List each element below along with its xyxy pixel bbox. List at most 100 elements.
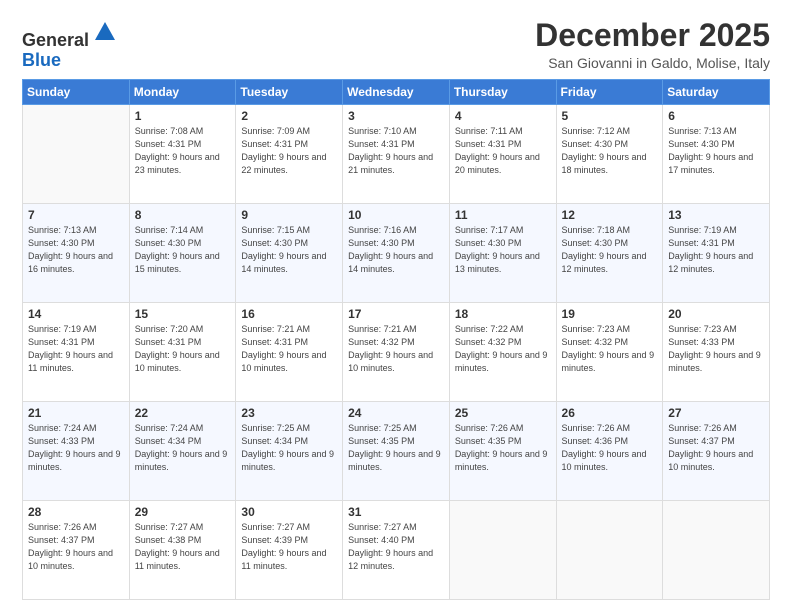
cell-w4-d1: 21Sunrise: 7:24 AMSunset: 4:33 PMDayligh… xyxy=(23,402,130,501)
day-number: 10 xyxy=(348,208,444,222)
day-number: 13 xyxy=(668,208,764,222)
cell-info: Sunrise: 7:12 AMSunset: 4:30 PMDaylight:… xyxy=(562,126,647,175)
day-number: 28 xyxy=(28,505,124,519)
cell-w5-d5 xyxy=(449,501,556,600)
day-number: 24 xyxy=(348,406,444,420)
col-wednesday: Wednesday xyxy=(343,80,450,105)
cell-w3-d7: 20Sunrise: 7:23 AMSunset: 4:33 PMDayligh… xyxy=(663,303,770,402)
col-thursday: Thursday xyxy=(449,80,556,105)
day-number: 26 xyxy=(562,406,658,420)
cell-info: Sunrise: 7:23 AMSunset: 4:33 PMDaylight:… xyxy=(668,324,761,373)
day-number: 4 xyxy=(455,109,551,123)
calendar-table: Sunday Monday Tuesday Wednesday Thursday… xyxy=(22,79,770,600)
cell-w3-d1: 14 Sunrise: 7:19 AMSunset: 4:31 PMDayligh… xyxy=(23,303,130,402)
cell-w1-d4: 3 Sunrise: 7:10 AMSunset: 4:31 PMDaylight… xyxy=(343,105,450,204)
day-number: 19 xyxy=(562,307,658,321)
cell-info: Sunrise: 7:22 AMSunset: 4:32 PMDaylight:… xyxy=(455,324,548,373)
cell-info: Sunrise: 7:20 AMSunset: 4:31 PMDaylight:… xyxy=(135,324,220,373)
cell-w4-d5: 25Sunrise: 7:26 AMSunset: 4:35 PMDayligh… xyxy=(449,402,556,501)
week-row-2: 7Sunrise: 7:13 AMSunset: 4:30 PMDaylight… xyxy=(23,204,770,303)
week-row-4: 21Sunrise: 7:24 AMSunset: 4:33 PMDayligh… xyxy=(23,402,770,501)
day-number: 12 xyxy=(562,208,658,222)
cell-w1-d1 xyxy=(23,105,130,204)
col-monday: Monday xyxy=(129,80,236,105)
cell-w2-d7: 13 Sunrise: 7:19 AMSunset: 4:31 PMDayligh… xyxy=(663,204,770,303)
cell-info: Sunrise: 7:09 AMSunset: 4:31 PMDaylight:… xyxy=(241,126,326,175)
cell-w2-d1: 7Sunrise: 7:13 AMSunset: 4:30 PMDaylight… xyxy=(23,204,130,303)
cell-info: Sunrise: 7:21 AMSunset: 4:32 PMDaylight:… xyxy=(348,324,433,373)
cell-info: Sunrise: 7:19 AMSunset: 4:31 PMDaylight:… xyxy=(668,225,753,274)
day-number: 27 xyxy=(668,406,764,420)
day-number: 11 xyxy=(455,208,551,222)
location-subtitle: San Giovanni in Galdo, Molise, Italy xyxy=(535,55,770,71)
cell-info: Sunrise: 7:08 AMSunset: 4:31 PMDaylight:… xyxy=(135,126,220,175)
logo-blue: Blue xyxy=(22,50,61,70)
cell-info: Sunrise: 7:26 AMSunset: 4:36 PMDaylight:… xyxy=(562,423,647,472)
cell-w5-d4: 31 Sunrise: 7:27 AMSunset: 4:40 PMDayligh… xyxy=(343,501,450,600)
day-number: 3 xyxy=(348,109,444,123)
cell-w2-d5: 11Sunrise: 7:17 AMSunset: 4:30 PMDayligh… xyxy=(449,204,556,303)
header-row: Sunday Monday Tuesday Wednesday Thursday… xyxy=(23,80,770,105)
header: General Blue December 2025 San Giovanni … xyxy=(22,18,770,71)
day-number: 8 xyxy=(135,208,231,222)
cell-info: Sunrise: 7:27 AMSunset: 4:39 PMDaylight:… xyxy=(241,522,326,571)
day-number: 29 xyxy=(135,505,231,519)
week-row-5: 28Sunrise: 7:26 AMSunset: 4:37 PMDayligh… xyxy=(23,501,770,600)
cell-w5-d6 xyxy=(556,501,663,600)
month-title: December 2025 xyxy=(535,18,770,53)
day-number: 18 xyxy=(455,307,551,321)
logo-icon xyxy=(91,18,119,46)
cell-info: Sunrise: 7:23 AMSunset: 4:32 PMDaylight:… xyxy=(562,324,655,373)
day-number: 2 xyxy=(241,109,337,123)
cell-info: Sunrise: 7:27 AMSunset: 4:38 PMDaylight:… xyxy=(135,522,220,571)
cell-info: Sunrise: 7:26 AMSunset: 4:35 PMDaylight:… xyxy=(455,423,548,472)
cell-info: Sunrise: 7:25 AMSunset: 4:35 PMDaylight:… xyxy=(348,423,441,472)
cell-info: Sunrise: 7:10 AMSunset: 4:31 PMDaylight:… xyxy=(348,126,433,175)
day-number: 17 xyxy=(348,307,444,321)
day-number: 15 xyxy=(135,307,231,321)
week-row-3: 14 Sunrise: 7:19 AMSunset: 4:31 PMDayligh… xyxy=(23,303,770,402)
cell-info: Sunrise: 7:18 AMSunset: 4:30 PMDaylight:… xyxy=(562,225,647,274)
day-number: 16 xyxy=(241,307,337,321)
day-number: 31 xyxy=(348,505,444,519)
cell-w4-d4: 24 Sunrise: 7:25 AMSunset: 4:35 PMDayligh… xyxy=(343,402,450,501)
cell-w5-d7 xyxy=(663,501,770,600)
cell-info: Sunrise: 7:15 AMSunset: 4:30 PMDaylight:… xyxy=(241,225,326,274)
day-number: 5 xyxy=(562,109,658,123)
cell-w3-d4: 17 Sunrise: 7:21 AMSunset: 4:32 PMDayligh… xyxy=(343,303,450,402)
cell-w4-d3: 23Sunrise: 7:25 AMSunset: 4:34 PMDayligh… xyxy=(236,402,343,501)
cell-w2-d6: 12 Sunrise: 7:18 AMSunset: 4:30 PMDayligh… xyxy=(556,204,663,303)
cell-w3-d3: 16 Sunrise: 7:21 AMSunset: 4:31 PMDayligh… xyxy=(236,303,343,402)
cell-w4-d6: 26 Sunrise: 7:26 AMSunset: 4:36 PMDayligh… xyxy=(556,402,663,501)
cell-info: Sunrise: 7:19 AMSunset: 4:31 PMDaylight:… xyxy=(28,324,113,373)
cell-w5-d1: 28Sunrise: 7:26 AMSunset: 4:37 PMDayligh… xyxy=(23,501,130,600)
cell-info: Sunrise: 7:21 AMSunset: 4:31 PMDaylight:… xyxy=(241,324,326,373)
day-number: 6 xyxy=(668,109,764,123)
cell-w3-d2: 15 Sunrise: 7:20 AMSunset: 4:31 PMDayligh… xyxy=(129,303,236,402)
cell-w5-d2: 29 Sunrise: 7:27 AMSunset: 4:38 PMDayligh… xyxy=(129,501,236,600)
cell-info: Sunrise: 7:27 AMSunset: 4:40 PMDaylight:… xyxy=(348,522,433,571)
day-number: 1 xyxy=(135,109,231,123)
day-number: 21 xyxy=(28,406,124,420)
logo: General Blue xyxy=(22,18,119,71)
day-number: 9 xyxy=(241,208,337,222)
title-block: December 2025 San Giovanni in Galdo, Mol… xyxy=(535,18,770,71)
cell-info: Sunrise: 7:13 AMSunset: 4:30 PMDaylight:… xyxy=(28,225,113,274)
day-number: 14 xyxy=(28,307,124,321)
day-number: 22 xyxy=(135,406,231,420)
cell-w1-d2: 1 Sunrise: 7:08 AMSunset: 4:31 PMDaylight… xyxy=(129,105,236,204)
cell-w1-d6: 5 Sunrise: 7:12 AMSunset: 4:30 PMDaylight… xyxy=(556,105,663,204)
cell-w2-d2: 8 Sunrise: 7:14 AMSunset: 4:30 PMDaylight… xyxy=(129,204,236,303)
day-number: 30 xyxy=(241,505,337,519)
cell-info: Sunrise: 7:11 AMSunset: 4:31 PMDaylight:… xyxy=(455,126,540,175)
cell-w2-d4: 10 Sunrise: 7:16 AMSunset: 4:30 PMDayligh… xyxy=(343,204,450,303)
col-tuesday: Tuesday xyxy=(236,80,343,105)
logo-general: General xyxy=(22,30,89,50)
week-row-1: 1 Sunrise: 7:08 AMSunset: 4:31 PMDaylight… xyxy=(23,105,770,204)
cell-w3-d5: 18 Sunrise: 7:22 AMSunset: 4:32 PMDayligh… xyxy=(449,303,556,402)
cell-w1-d7: 6Sunrise: 7:13 AMSunset: 4:30 PMDaylight… xyxy=(663,105,770,204)
cell-info: Sunrise: 7:16 AMSunset: 4:30 PMDaylight:… xyxy=(348,225,433,274)
cell-info: Sunrise: 7:14 AMSunset: 4:30 PMDaylight:… xyxy=(135,225,220,274)
cell-info: Sunrise: 7:25 AMSunset: 4:34 PMDaylight:… xyxy=(241,423,334,472)
cell-info: Sunrise: 7:24 AMSunset: 4:34 PMDaylight:… xyxy=(135,423,228,472)
